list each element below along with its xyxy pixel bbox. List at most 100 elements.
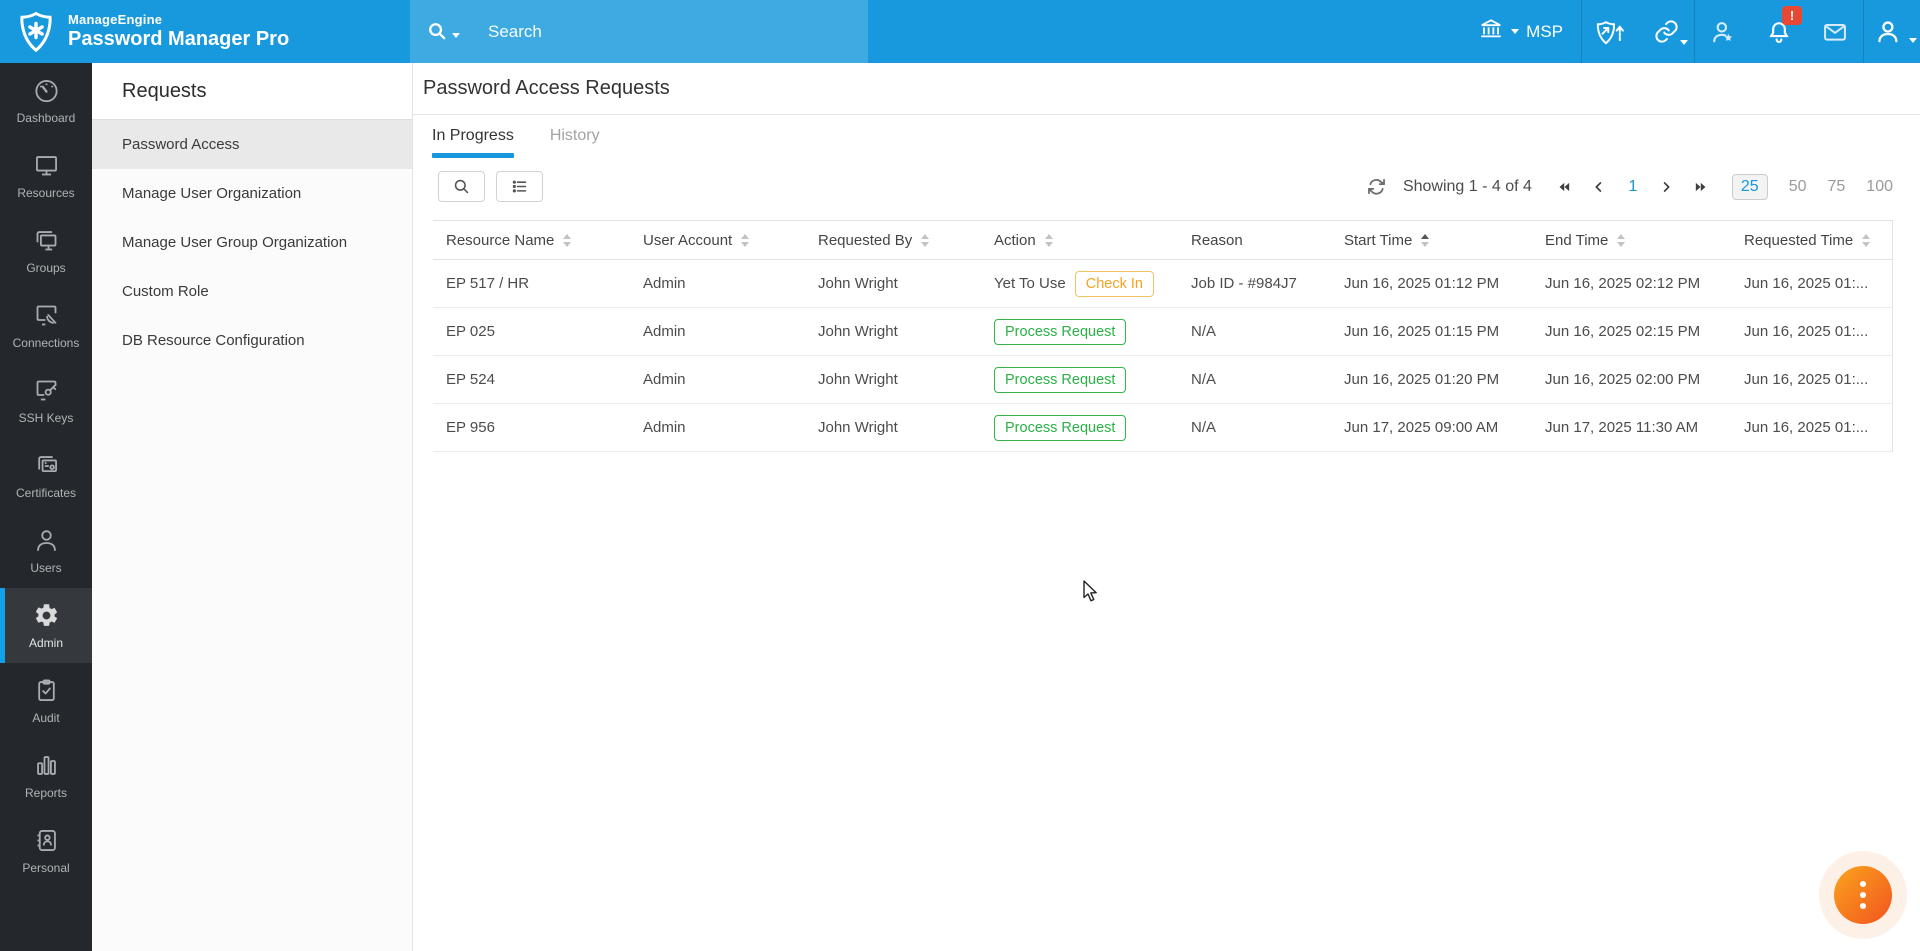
sidebar-item-audit[interactable]: Audit xyxy=(0,663,92,738)
upgrade-shield-icon[interactable] xyxy=(1582,0,1638,63)
tab-in-progress[interactable]: In Progress xyxy=(432,127,514,158)
subsidebar-item-password-access[interactable]: Password Access xyxy=(92,120,412,169)
page-size-75[interactable]: 75 xyxy=(1828,178,1846,196)
monitors-icon xyxy=(33,227,60,254)
page-size-25[interactable]: 25 xyxy=(1732,174,1768,200)
cell-action: Process Request xyxy=(981,415,1178,441)
process-request-button[interactable]: Process Request xyxy=(994,415,1126,441)
column-header-action[interactable]: Action xyxy=(981,232,1178,249)
cell-reason: N/A xyxy=(1178,323,1331,340)
org-selector-msp[interactable]: MSP xyxy=(1460,16,1581,47)
process-request-button[interactable]: Process Request xyxy=(994,319,1126,345)
monitor-key-icon xyxy=(33,377,60,404)
cell-resource-name: EP 524 xyxy=(433,371,630,388)
cell-reason: Job ID - #984J7 xyxy=(1178,275,1331,292)
cell-resource-name: EP 517 / HR xyxy=(433,275,630,292)
current-page[interactable]: 1 xyxy=(1616,178,1650,196)
main-content: Password Access Requests In Progress His… xyxy=(413,63,1920,951)
sidebar-item-dashboard[interactable]: Dashboard xyxy=(0,63,92,138)
sidebar-item-certificates[interactable]: Certificates xyxy=(0,438,92,513)
table-row: EP 524 Admin John Wright Process Request… xyxy=(433,356,1892,404)
prev-page-button[interactable] xyxy=(1582,180,1616,194)
search-scope-caret-icon[interactable] xyxy=(452,33,460,38)
profile-user-icon[interactable] xyxy=(1864,0,1920,63)
page-size-50[interactable]: 50 xyxy=(1789,178,1807,196)
quick-connect-link-icon[interactable] xyxy=(1638,0,1694,63)
refresh-button[interactable] xyxy=(1367,177,1386,196)
cell-end-time: Jun 16, 2025 02:12 PM xyxy=(1532,275,1731,292)
more-actions-fab[interactable] xyxy=(1834,866,1892,924)
global-search[interactable] xyxy=(410,0,868,63)
action-status-text: Yet To Use xyxy=(994,275,1066,292)
cell-requested-by: John Wright xyxy=(805,419,981,436)
cell-reason: N/A xyxy=(1178,371,1331,388)
secondary-sidebar: Requests Password Access Manage User Org… xyxy=(92,63,413,951)
sidebar-item-admin[interactable]: Admin xyxy=(0,588,92,663)
contact-book-icon xyxy=(33,827,60,854)
column-header-end-time[interactable]: End Time xyxy=(1532,232,1731,249)
sidebar-item-users[interactable]: Users xyxy=(0,513,92,588)
table-row: EP 025 Admin John Wright Process Request… xyxy=(433,308,1892,356)
column-chooser-button[interactable] xyxy=(496,171,543,202)
notifications-bell-icon[interactable]: ! xyxy=(1751,0,1807,63)
process-request-button[interactable]: Process Request xyxy=(994,367,1126,393)
sidebar-item-ssh-keys[interactable]: SSH Keys xyxy=(0,363,92,438)
cell-action: Yet To Use Check In xyxy=(981,271,1178,297)
sidebar-item-reports[interactable]: Reports xyxy=(0,738,92,813)
column-header-resource-name[interactable]: Resource Name xyxy=(433,232,630,249)
table-row: EP 956 Admin John Wright Process Request… xyxy=(433,404,1892,452)
brand-line1: ManageEngine xyxy=(68,12,289,27)
next-page-button[interactable] xyxy=(1650,180,1684,194)
sort-icon[interactable] xyxy=(741,234,749,247)
search-input[interactable] xyxy=(488,22,818,42)
clipboard-check-icon xyxy=(33,677,60,704)
sidebar-item-personal[interactable]: Personal xyxy=(0,813,92,888)
tab-history[interactable]: History xyxy=(550,127,600,158)
requests-table: Resource Name User Account Requested By … xyxy=(433,220,1893,452)
last-page-button[interactable] xyxy=(1684,180,1718,194)
user-star-icon[interactable] xyxy=(1695,0,1751,63)
sort-icon-active-asc[interactable] xyxy=(1421,234,1429,247)
check-in-button[interactable]: Check In xyxy=(1075,271,1154,297)
cell-action: Process Request xyxy=(981,319,1178,345)
column-header-user-account[interactable]: User Account xyxy=(630,232,805,249)
sort-icon[interactable] xyxy=(921,234,929,247)
certificate-cards-icon xyxy=(33,452,60,479)
subsidebar-item-db-resource-configuration[interactable]: DB Resource Configuration xyxy=(92,316,412,365)
cell-resource-name: EP 956 xyxy=(433,419,630,436)
table-search-button[interactable] xyxy=(438,171,485,202)
sort-icon[interactable] xyxy=(563,234,571,247)
person-icon xyxy=(33,527,60,554)
first-page-button[interactable] xyxy=(1548,180,1582,194)
sidebar-item-resources[interactable]: Resources xyxy=(0,138,92,213)
column-header-start-time[interactable]: Start Time xyxy=(1331,232,1532,249)
page-size-selector: 25 50 75 100 xyxy=(1732,174,1893,200)
cell-requested-by: John Wright xyxy=(805,371,981,388)
column-header-requested-by[interactable]: Requested By xyxy=(805,232,981,249)
sidebar-item-groups[interactable]: Groups xyxy=(0,213,92,288)
table-row: EP 517 / HR Admin John Wright Yet To Use… xyxy=(433,260,1892,308)
cell-requested-time: Jun 16, 2025 01:... xyxy=(1731,323,1892,340)
subsidebar-item-manage-user-group-organization[interactable]: Manage User Group Organization xyxy=(92,218,412,267)
sort-icon[interactable] xyxy=(1617,234,1625,247)
subsidebar-item-custom-role[interactable]: Custom Role xyxy=(92,267,412,316)
cell-requested-by: John Wright xyxy=(805,323,981,340)
cell-end-time: Jun 17, 2025 11:30 AM xyxy=(1532,419,1731,436)
search-icon[interactable] xyxy=(426,20,460,43)
cell-start-time: Jun 16, 2025 01:15 PM xyxy=(1331,323,1532,340)
sort-icon[interactable] xyxy=(1862,234,1870,247)
cell-end-time: Jun 16, 2025 02:15 PM xyxy=(1532,323,1731,340)
cell-reason: N/A xyxy=(1178,419,1331,436)
column-header-requested-time[interactable]: Requested Time xyxy=(1731,232,1892,249)
sort-icon[interactable] xyxy=(1045,234,1053,247)
app-logo: ManageEngine Password Manager Pro xyxy=(0,10,410,54)
gauge-icon xyxy=(33,77,60,104)
ellipsis-dot xyxy=(1860,892,1866,898)
sidebar-item-connections[interactable]: Connections xyxy=(0,288,92,363)
cell-start-time: Jun 16, 2025 01:12 PM xyxy=(1331,275,1532,292)
mail-icon[interactable] xyxy=(1807,0,1863,63)
showing-count: Showing 1 - 4 of 4 xyxy=(1403,178,1532,196)
page-size-100[interactable]: 100 xyxy=(1866,178,1893,196)
subsidebar-item-manage-user-organization[interactable]: Manage User Organization xyxy=(92,169,412,218)
cell-end-time: Jun 16, 2025 02:00 PM xyxy=(1532,371,1731,388)
